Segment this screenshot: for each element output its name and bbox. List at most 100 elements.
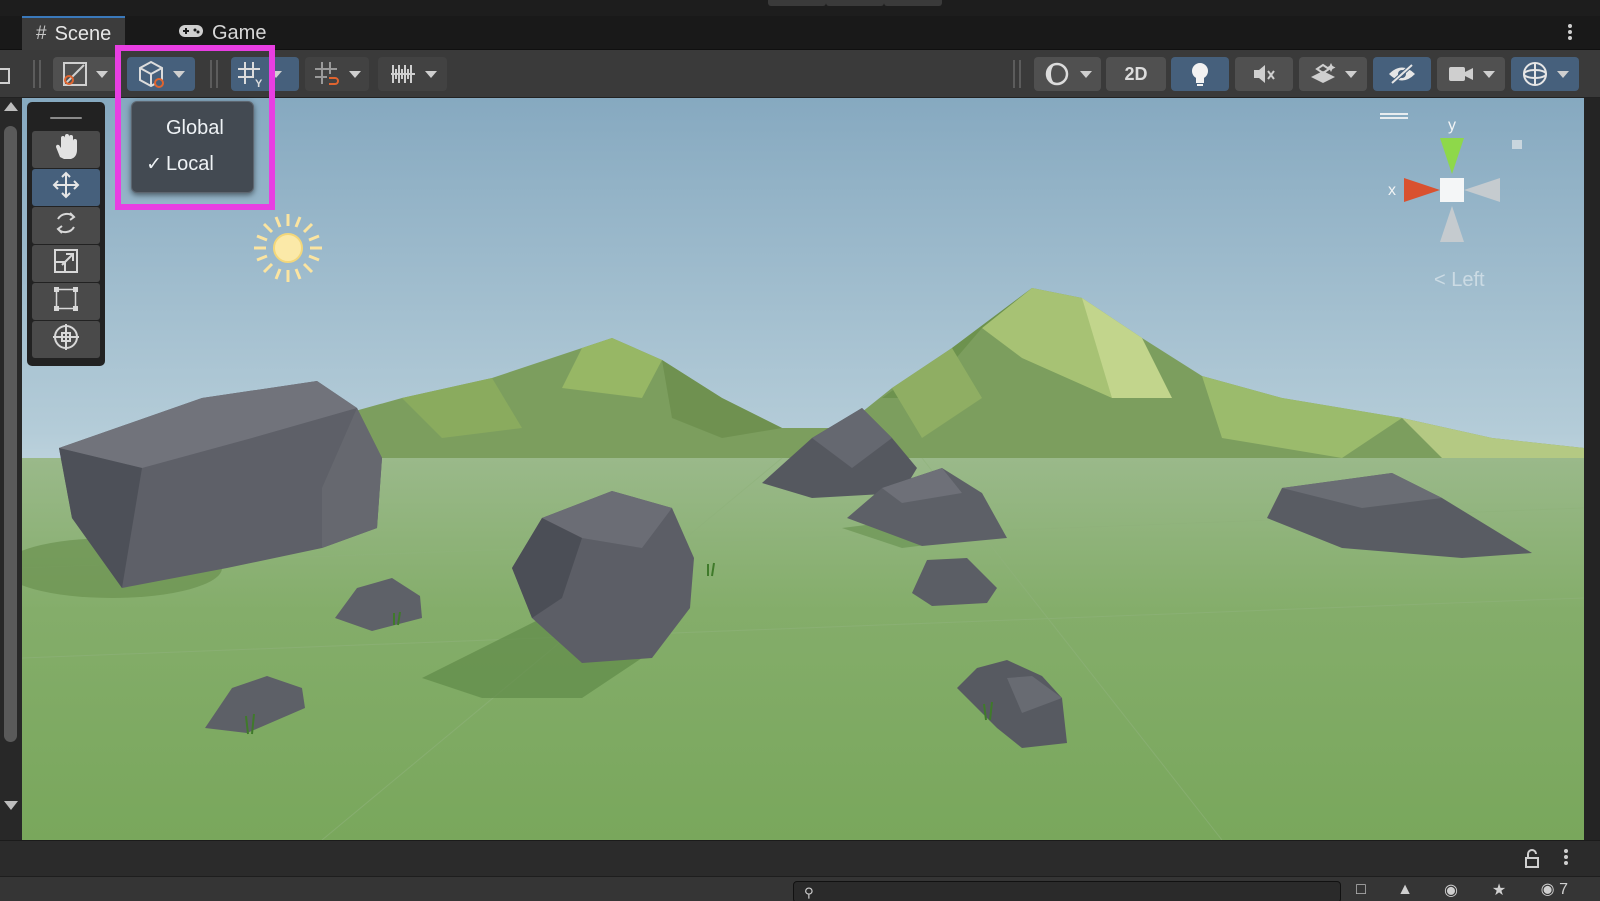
create-asset-icon[interactable]: □ <box>1346 880 1376 900</box>
chevron-down-icon <box>270 70 282 78</box>
search-input[interactable]: ⚲ <box>793 881 1341 901</box>
local-transform-cube-icon <box>137 60 165 88</box>
toolbar-grip-icon <box>33 60 41 88</box>
project-toolbar: ⚲ □ ▲ ◉ ★ ◉ 7 <box>0 876 1600 901</box>
scroll-up-arrow-icon[interactable] <box>4 102 18 111</box>
gizmos-icon <box>1521 60 1549 88</box>
tab-game-label: Game <box>212 21 267 44</box>
scale-icon <box>52 247 80 280</box>
transform-orientation-menu: Global ✓ Local <box>131 101 254 193</box>
ruler-dropdown[interactable] <box>378 57 447 91</box>
scrollbar-thumb[interactable] <box>4 126 17 742</box>
scale-tool-button[interactable] <box>32 245 100 282</box>
panel-edge-icon <box>0 68 10 84</box>
effects-dropdown[interactable] <box>1299 57 1367 91</box>
shading-sphere-icon <box>1044 61 1070 87</box>
gizmo-center-cube[interactable] <box>1440 178 1464 202</box>
gizmo-view-label: < Left <box>1434 269 1485 291</box>
gizmo-y-label: y <box>1448 117 1456 134</box>
chevron-down-icon <box>424 70 437 78</box>
audio-mute-icon <box>1251 62 1277 86</box>
camera-icon <box>1447 64 1475 84</box>
chevron-down-icon <box>1557 70 1569 78</box>
tab-game[interactable]: Game <box>164 16 280 50</box>
move-arrows-icon <box>51 170 81 205</box>
top-nub <box>826 0 884 6</box>
draw-mode-icon <box>62 61 88 87</box>
window-tab-bar: # Scene Game <box>0 16 1600 50</box>
top-nub <box>884 0 942 6</box>
rotate-tool-button[interactable] <box>32 207 100 244</box>
menu-item-global[interactable]: Global <box>132 111 253 145</box>
mode-2d-toggle[interactable]: 2D <box>1106 57 1166 91</box>
lighting-toggle[interactable] <box>1171 57 1229 91</box>
grid-snap-icon: Y <box>236 60 264 88</box>
scene-toolbar: Y 2D <box>0 50 1600 98</box>
visibility-eye-icon: ◉ <box>1540 881 1555 898</box>
tab-scene-label: Scene <box>54 22 112 45</box>
rect-transform-icon <box>52 285 80 318</box>
search-icon: ⚲ <box>804 885 814 900</box>
camera-settings-dropdown[interactable] <box>1437 57 1505 91</box>
rotate-icon <box>52 209 80 242</box>
gamepad-icon <box>178 22 204 45</box>
lightbulb-icon <box>1189 61 1211 87</box>
filter-type-icon[interactable]: ▲ <box>1390 880 1420 900</box>
chevron-down-icon <box>1483 70 1495 78</box>
gizmo-x-label: x <box>1388 182 1396 199</box>
scroll-down-arrow-icon[interactable] <box>4 801 18 810</box>
menu-item-local-label: Local <box>166 152 214 175</box>
hand-tool-button[interactable] <box>32 131 100 168</box>
tab-scene[interactable]: # Scene <box>22 16 126 50</box>
grid-hash-icon: # <box>36 23 47 44</box>
effects-icon <box>1309 61 1337 87</box>
right-panel-edge <box>1584 98 1600 840</box>
palette-drag-handle[interactable] <box>31 106 101 130</box>
chevron-down-icon <box>1345 70 1357 78</box>
scene-render[interactable]: y x < Left <box>22 98 1584 840</box>
ruler-icon <box>389 61 417 87</box>
checkmark-icon: ✓ <box>146 153 162 175</box>
move-tool-button[interactable] <box>32 169 100 206</box>
hand-icon <box>52 133 80 166</box>
left-scrollbar[interactable] <box>0 68 22 840</box>
menu-item-local[interactable]: ✓ Local <box>132 147 253 181</box>
tab-more-menu-icon[interactable] <box>1566 22 1574 44</box>
gizmo-lock-icon[interactable] <box>1512 140 1522 149</box>
scene-visibility-toggle[interactable] <box>1373 57 1431 91</box>
grid-snapping-toggle[interactable]: Y <box>231 57 299 91</box>
hidden-count[interactable]: ◉ 7 <box>1541 879 1568 899</box>
favorite-star-icon[interactable]: ★ <box>1484 880 1514 900</box>
tool-palette <box>27 102 105 366</box>
draw-mode-dropdown[interactable] <box>53 57 117 91</box>
toolbar-grip-icon <box>1013 60 1021 88</box>
panel-more-menu-icon[interactable] <box>1562 847 1570 867</box>
transform-tool-button[interactable] <box>32 321 100 358</box>
top-strip <box>0 0 1600 16</box>
chevron-down-icon <box>349 70 361 78</box>
gizmos-dropdown[interactable] <box>1511 57 1579 91</box>
chevron-down-icon <box>173 70 185 78</box>
lower-panel-header <box>0 840 1600 876</box>
lock-icon[interactable] <box>1524 849 1540 874</box>
hidden-count-value: 7 <box>1559 881 1568 898</box>
audio-toggle[interactable] <box>1235 57 1293 91</box>
chevron-down-icon <box>1079 70 1092 78</box>
top-nub <box>768 0 826 6</box>
chevron-down-icon <box>96 70 108 78</box>
menu-item-global-label: Global <box>166 116 224 139</box>
svg-text:Y: Y <box>255 78 263 88</box>
scene-viewport[interactable]: y x < Left <box>22 98 1584 840</box>
toolbar-grip-icon <box>210 60 218 88</box>
directional-light-icon[interactable] <box>254 214 322 282</box>
transform-combined-icon <box>51 322 81 357</box>
hidden-objects-icon <box>1387 63 1417 85</box>
increment-snap-icon <box>313 60 341 88</box>
pivot-rotation-dropdown[interactable] <box>127 57 195 91</box>
mode-2d-label: 2D <box>1124 63 1148 84</box>
filter-label-icon[interactable]: ◉ <box>1436 880 1466 900</box>
unity-editor: # Scene Game Y 2D y x < Left Global ✓ Lo… <box>0 0 1600 901</box>
increment-snap-dropdown[interactable] <box>305 57 369 91</box>
rect-tool-button[interactable] <box>32 283 100 320</box>
shading-mode-dropdown[interactable] <box>1034 57 1101 91</box>
